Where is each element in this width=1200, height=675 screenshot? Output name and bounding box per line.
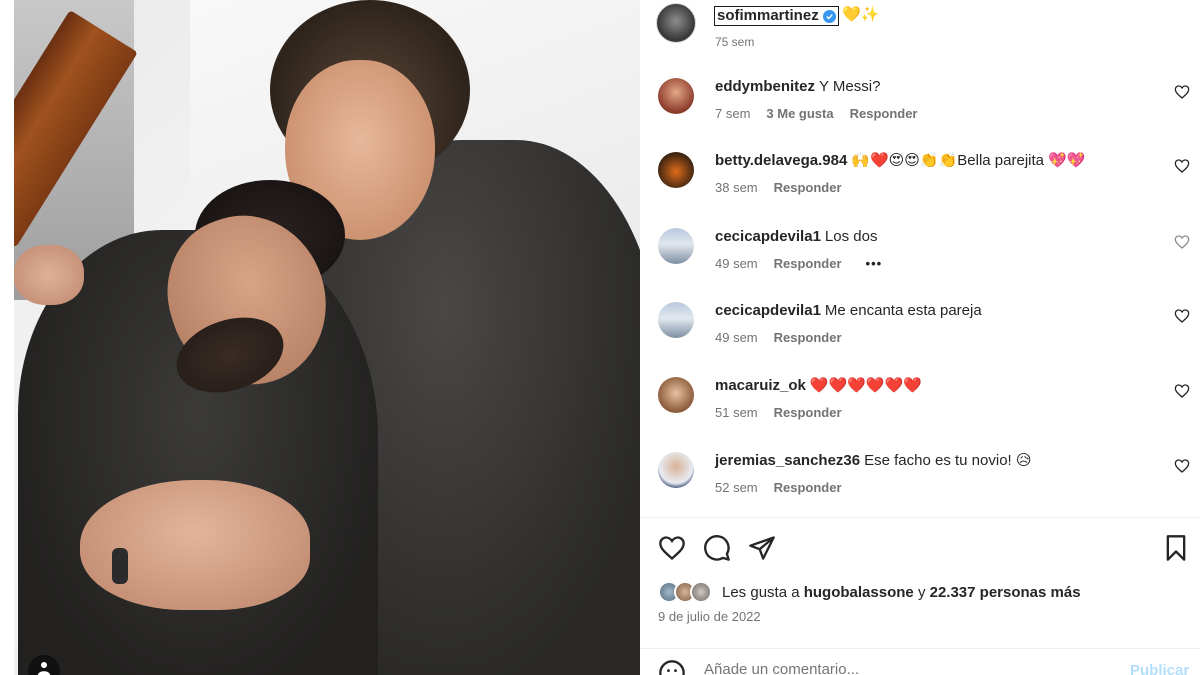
comment-username[interactable]: cecicapdevila1	[715, 228, 821, 245]
heart-icon[interactable]	[1174, 308, 1190, 324]
comment-username[interactable]: cecicapdevila1	[715, 302, 821, 319]
photo-hand	[80, 480, 310, 610]
comment-avatar[interactable]	[658, 377, 694, 413]
comment-username[interactable]: betty.delavega.984	[715, 152, 847, 169]
more-options-icon[interactable]: •••	[866, 256, 883, 271]
add-comment-bar: Publicar	[640, 648, 1200, 675]
liker-avatars[interactable]	[658, 581, 718, 603]
comment-item: cecicapdevila1 Los dos 49 sem Responder •…	[640, 228, 1200, 288]
caption-emojis: 💛✨	[842, 6, 880, 23]
comment-avatar[interactable]	[658, 78, 694, 114]
post-panel: sofimmartinez 💛✨ 75 sem eddymbenitez Y Me…	[640, 0, 1200, 675]
comment-time[interactable]: 49 sem	[715, 256, 758, 271]
comment-time[interactable]: 38 sem	[715, 180, 758, 195]
comment-reply-button[interactable]: Responder	[774, 330, 842, 345]
comment-reply-button[interactable]: Responder	[774, 180, 842, 195]
comment-icon[interactable]	[703, 534, 731, 562]
comment-text: eddymbenitez Y Messi?	[715, 78, 880, 96]
comment-item: jeremias_sanchez36 Ese facho es tu novio!…	[640, 452, 1200, 512]
comment-body: ❤️❤️❤️❤️❤️❤️	[809, 377, 922, 394]
comment-item: cecicapdevila1 Me encanta esta pareja 49 …	[640, 302, 1200, 362]
comment-text: cecicapdevila1 Me encanta esta pareja	[715, 302, 982, 320]
comment-meta: 51 sem Responder	[715, 405, 842, 420]
comment-avatar[interactable]	[658, 302, 694, 338]
share-icon[interactable]	[748, 534, 776, 562]
heart-icon[interactable]	[1174, 84, 1190, 100]
comment-time[interactable]: 52 sem	[715, 480, 758, 495]
comment-likes[interactable]: 3 Me gusta	[766, 106, 833, 121]
comment-time[interactable]: 7 sem	[715, 106, 750, 121]
comment-body: 🙌❤️😍😍👏👏Bella parejita 💖💖	[851, 152, 1086, 169]
comment-time[interactable]: 49 sem	[715, 330, 758, 345]
comment-avatar[interactable]	[658, 152, 694, 188]
comment-meta: 52 sem Responder	[715, 480, 842, 495]
post-photo[interactable]	[0, 0, 640, 675]
comment-meta: 38 sem Responder	[715, 180, 842, 195]
comment-text: betty.delavega.984 🙌❤️😍😍👏👏Bella parejita …	[715, 152, 1086, 170]
comment-meta: 7 sem 3 Me gusta Responder	[715, 106, 918, 121]
owner-username-link[interactable]: sofimmartinez	[714, 6, 839, 26]
likes-summary: Les gusta a hugobalassone y 22.337 perso…	[658, 580, 1081, 604]
comment-item: betty.delavega.984 🙌❤️😍😍👏👏Bella parejita …	[640, 152, 1200, 212]
comment-reply-button[interactable]: Responder	[774, 480, 842, 495]
likes-connector: y	[917, 583, 926, 601]
bookmark-icon[interactable]	[1162, 534, 1190, 562]
photo-left-margin	[0, 0, 14, 675]
comment-username[interactable]: eddymbenitez	[715, 78, 815, 95]
comment-reply-button[interactable]: Responder	[850, 106, 918, 121]
comment-input[interactable]	[704, 661, 1104, 675]
comment-reply-button[interactable]: Responder	[774, 405, 842, 420]
caption-time[interactable]: 75 sem	[715, 35, 754, 49]
comment-meta: 49 sem Responder •••	[715, 256, 882, 271]
comment-avatar[interactable]	[658, 228, 694, 264]
owner-username: sofimmartinez	[717, 7, 819, 24]
comment-reply-button[interactable]: Responder	[774, 256, 842, 271]
comment-meta: 49 sem Responder	[715, 330, 842, 345]
liker-avatar	[690, 581, 712, 603]
comment-avatar[interactable]	[658, 452, 694, 488]
heart-icon[interactable]	[1174, 158, 1190, 174]
verified-badge-icon	[822, 9, 836, 23]
photo-ring	[112, 548, 128, 584]
publish-button[interactable]: Publicar	[1130, 662, 1189, 675]
post-date[interactable]: 9 de julio de 2022	[658, 609, 761, 624]
comment-username[interactable]: macaruiz_ok	[715, 377, 806, 394]
section-divider	[640, 517, 1200, 518]
comment-body: Ese facho es tu novio! 😥	[864, 452, 1032, 469]
likes-others[interactable]: 22.337 personas más	[930, 584, 1081, 601]
heart-icon[interactable]	[1174, 458, 1190, 474]
post-actions	[640, 530, 1200, 566]
comment-text: jeremias_sanchez36 Ese facho es tu novio!…	[715, 452, 1032, 470]
heart-icon[interactable]	[658, 534, 686, 562]
comment-body: Me encanta esta pareja	[824, 302, 982, 319]
comment-item: macaruiz_ok ❤️❤️❤️❤️❤️❤️ 51 sem Responder	[640, 377, 1200, 437]
comment-item: eddymbenitez Y Messi? 7 sem 3 Me gusta Re…	[640, 78, 1200, 138]
comment-body: Y Messi?	[819, 78, 881, 95]
post-caption-header: sofimmartinez 💛✨ 75 sem	[640, 0, 1200, 56]
comment-text: macaruiz_ok ❤️❤️❤️❤️❤️❤️	[715, 377, 922, 395]
owner-avatar[interactable]	[656, 3, 696, 43]
heart-icon[interactable]	[1174, 383, 1190, 399]
heart-icon[interactable]	[1174, 234, 1190, 250]
likes-text: Les gusta a hugobalassone y 22.337 perso…	[722, 584, 1081, 601]
comment-body: Los dos	[824, 228, 878, 245]
photo-hand-top	[14, 245, 84, 305]
likes-prefix: Les gusta a	[722, 583, 800, 601]
smile-icon[interactable]	[658, 659, 686, 675]
comment-username[interactable]: jeremias_sanchez36	[715, 452, 860, 469]
comment-time[interactable]: 51 sem	[715, 405, 758, 420]
likes-first-user[interactable]: hugobalassone	[804, 584, 914, 601]
comment-text: cecicapdevila1 Los dos	[715, 228, 877, 246]
